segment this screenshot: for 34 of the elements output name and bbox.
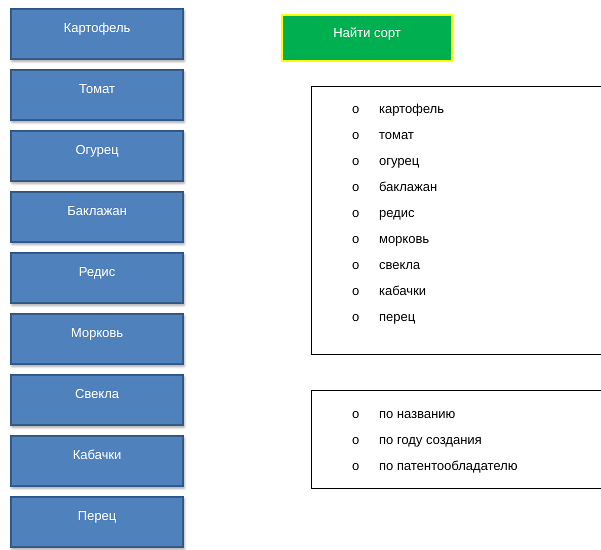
list-item: огурец (379, 152, 420, 168)
list-item: томат (379, 126, 414, 142)
variety-button[interactable]: Кабачки (10, 435, 184, 487)
list-item: картофель (379, 100, 444, 116)
bullet-marker: o (352, 230, 360, 246)
variety-button[interactable]: Картофель (10, 8, 184, 60)
bullet-marker: o (352, 406, 360, 420)
bullet-marker: o (352, 152, 360, 168)
bullet-marker: o (352, 308, 360, 324)
variety-button[interactable]: Свекла (10, 374, 184, 426)
list-item: по патентообладателю (379, 458, 518, 472)
bullet-marker: o (352, 432, 360, 446)
list-item: морковь (379, 230, 430, 246)
bullet-marker: o (352, 256, 360, 272)
list-item: по году создания (379, 432, 482, 446)
variety-button[interactable]: Редис (10, 252, 184, 304)
variety-button[interactable]: Морковь (10, 313, 184, 365)
list-item: баклажан (379, 178, 438, 194)
list-item: редис (379, 204, 415, 220)
list-item: перец (379, 308, 416, 324)
bullet-marker: o (352, 126, 360, 142)
bullet-marker: o (352, 204, 360, 220)
find-variety-button[interactable]: Найти сорт (281, 14, 453, 62)
variety-button[interactable]: Огурец (10, 130, 184, 182)
variety-button[interactable]: Баклажан (10, 191, 184, 243)
variety-button[interactable]: Перец (10, 496, 184, 548)
list-item: по названию (379, 406, 456, 420)
bullet-marker: o (352, 100, 360, 116)
list-item: свекла (379, 256, 420, 272)
bullet-marker: o (352, 282, 360, 298)
bullet-marker: o (352, 458, 360, 472)
variety-button[interactable]: Томат (10, 69, 184, 121)
bullet-marker: o (352, 178, 360, 194)
list-item: кабачки (379, 282, 426, 298)
